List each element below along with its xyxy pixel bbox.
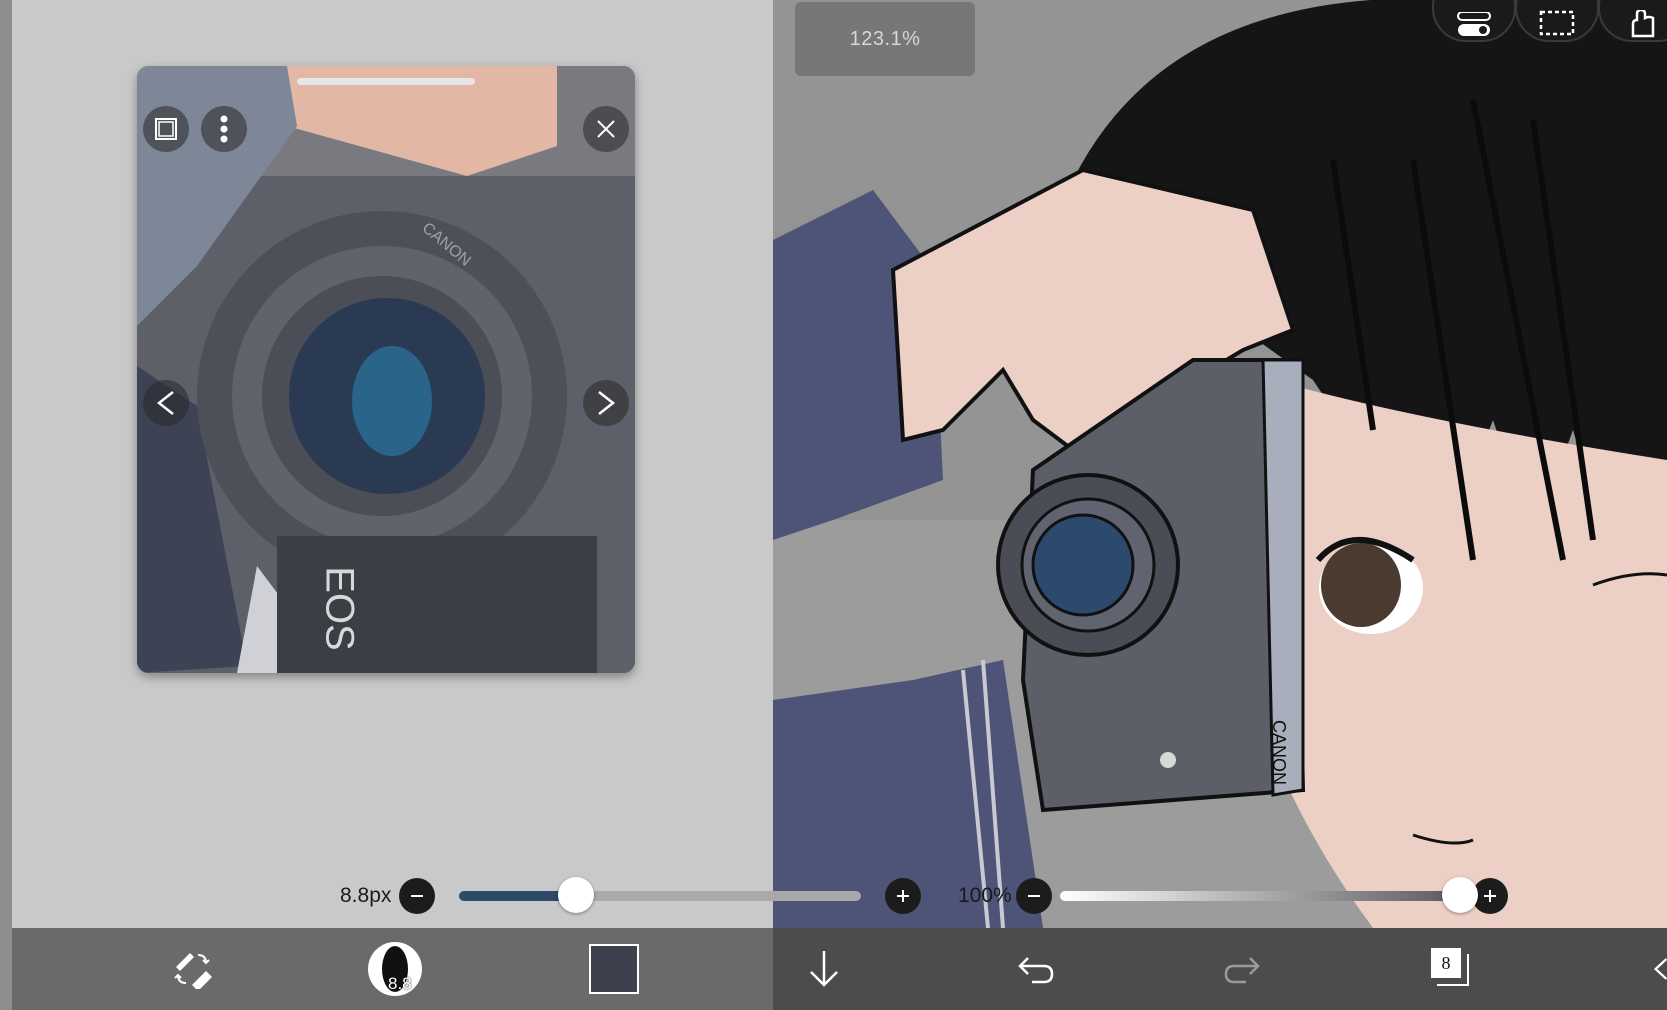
selection-marquee-icon [1539,10,1575,36]
brush-opacity-control: 100% [958,876,1508,916]
zoom-level-badge: 123.1% [795,2,975,76]
chevron-left-icon [156,391,174,415]
drawing-canvas[interactable]: CANON [773,0,1667,928]
brush-size-increase-button[interactable] [885,878,922,914]
chevron-right-icon [598,391,616,415]
toggle-icon [1457,12,1491,36]
reference-menu-button[interactable] [201,106,247,152]
brush-preview-icon: 8.8 [368,942,422,996]
arrow-left-icon [1653,958,1667,980]
undo-icon [1018,957,1054,984]
undo-button[interactable] [1006,928,1066,1010]
left-edge-strip [0,0,12,1010]
layers-button[interactable]: 8 [1422,928,1482,1010]
color-swatch-button[interactable] [584,928,644,1010]
back-button[interactable] [1652,928,1667,1010]
brush-size-slider-thumb[interactable] [557,877,594,913]
redo-button[interactable] [1212,928,1272,1010]
camera-lens-glass [1031,513,1135,617]
frame-icon [155,118,177,140]
brush-opacity-slider-thumb[interactable] [1441,877,1478,913]
close-icon [597,120,615,138]
reference-window[interactable]: EOS CANON [137,66,635,673]
bottom-toolbar: 8.8 8 [12,928,1667,1010]
arrow-down-icon [810,951,838,987]
redo-icon [1224,957,1260,984]
reference-next-button[interactable] [583,380,629,426]
plus-icon [1483,890,1496,902]
brush-opacity-label: 100% [958,884,1012,907]
layers-icon: 8 [1431,948,1473,990]
minus-icon [411,895,424,897]
brush-preview-button[interactable]: 8.8 [365,928,425,1010]
eye-iris [1321,543,1401,627]
brush-eraser-swap-icon [174,953,212,989]
move-down-button[interactable] [794,928,854,1010]
brush-preview-size: 8.8 [388,974,412,993]
zoom-level-text: 123.1% [849,27,921,50]
reference-frame-button[interactable] [143,106,189,152]
reference-prev-button[interactable] [143,380,189,426]
opacity-decrease-button[interactable] [1015,878,1052,914]
more-vertical-icon [220,115,228,143]
reference-close-button[interactable] [583,106,629,152]
minus-icon [1027,895,1040,897]
color-swatch [589,944,639,994]
reference-camera-text: EOS [317,566,362,651]
brush-opacity-slider[interactable] [1059,877,1478,913]
brush-size-control: 8.8px [340,876,922,916]
reference-drag-handle[interactable] [297,78,475,85]
brush-size-slider[interactable] [459,877,862,913]
reference-photo [137,66,635,673]
camera-brand-text: CANON [1269,720,1289,785]
plus-icon [897,890,910,902]
brush-size-label: 8.8px [340,884,392,907]
hand-icon [1631,10,1655,38]
layers-count: 8 [1431,948,1461,978]
swap-brush-eraser-button[interactable] [152,928,232,1010]
brush-size-decrease-button[interactable] [399,878,436,914]
canvas-artwork: CANON [773,0,1667,928]
